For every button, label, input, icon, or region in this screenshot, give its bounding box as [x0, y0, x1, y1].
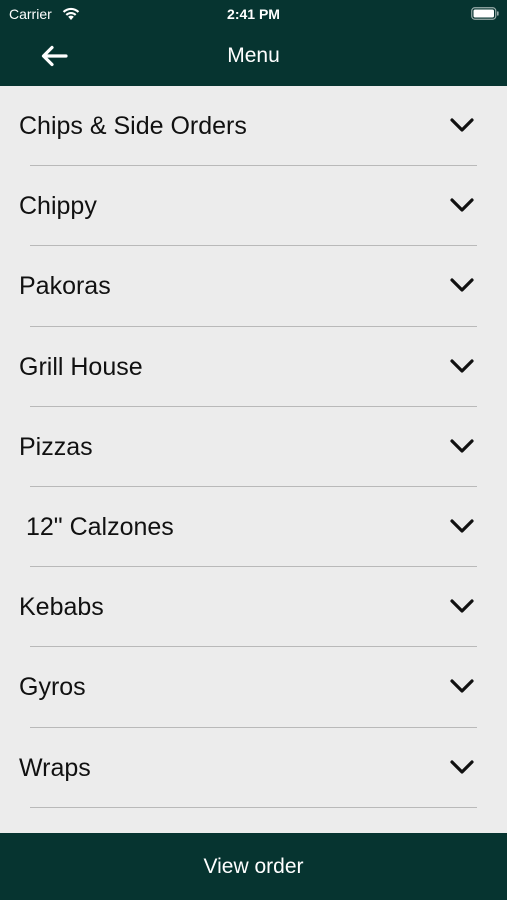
menu-category-label: Pakoras	[19, 272, 111, 301]
status-bar: Carrier 2:41 PM	[0, 0, 507, 28]
menu-category-label: 12" Calzones	[19, 512, 174, 541]
menu-category-label: Chippy	[19, 192, 97, 221]
divider	[30, 806, 477, 808]
menu-category-item[interactable]: Chippy	[0, 166, 507, 247]
page-title: Menu	[227, 44, 280, 67]
menu-category-label: Chips & Side Orders	[19, 112, 247, 140]
menu-category-item[interactable]: Gyros	[0, 647, 507, 728]
chevron-down-icon[interactable]	[449, 197, 475, 214]
view-order-label: View order	[203, 854, 304, 878]
menu-category-item[interactable]: Chips & Side Orders	[0, 86, 507, 167]
chevron-down-icon[interactable]	[449, 759, 475, 776]
menu-category-label: Gyros	[19, 673, 86, 702]
chevron-down-icon[interactable]	[449, 678, 475, 695]
menu-category-item[interactable]: Kebabs	[0, 567, 507, 648]
menu-category-label: Kebabs	[19, 593, 104, 622]
chevron-down-icon[interactable]	[449, 598, 475, 615]
menu-category-item[interactable]: 12" Calzones	[0, 487, 507, 568]
top-bar: Carrier 2:41 PM Menu	[0, 0, 507, 86]
status-time: 2:41 PM	[227, 6, 280, 22]
view-order-button[interactable]: View order	[0, 833, 507, 900]
menu-category-label: Wraps	[19, 753, 91, 782]
menu-category-label: Grill House	[19, 352, 143, 381]
menu-category-list: Chips & Side Orders Chippy Pakoras Grill…	[0, 86, 507, 833]
menu-category-label: Pizzas	[19, 432, 93, 461]
chevron-down-icon[interactable]	[449, 117, 475, 134]
menu-category-item[interactable]: Grill House	[0, 327, 507, 407]
chevron-down-icon[interactable]	[449, 518, 475, 535]
chevron-down-icon[interactable]	[449, 277, 475, 294]
menu-category-item[interactable]: Pakoras	[0, 246, 507, 327]
battery-icon	[471, 7, 499, 20]
menu-category-item[interactable]: Pizzas	[0, 407, 507, 487]
chevron-down-icon[interactable]	[449, 438, 475, 455]
chevron-down-icon[interactable]	[449, 358, 475, 375]
menu-category-item[interactable]: Wraps	[0, 728, 507, 808]
